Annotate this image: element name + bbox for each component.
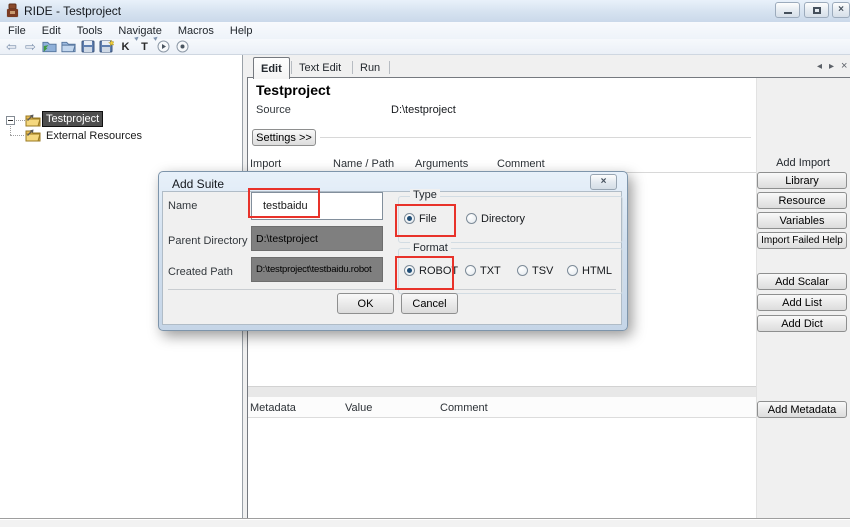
tab-close-icon[interactable]: ×	[841, 61, 847, 72]
separator	[320, 137, 751, 138]
suite-title: Testproject	[256, 82, 331, 98]
settings-toggle-button[interactable]: Settings >>	[252, 129, 316, 146]
format-html-label: HTML	[582, 265, 612, 277]
format-html-radio[interactable]	[567, 265, 578, 276]
title-bar[interactable]: RIDE - Testproject	[0, 0, 850, 23]
type-directory-radio[interactable]	[466, 213, 477, 224]
metadata-comment-col-header: Comment	[440, 402, 488, 414]
open-directory-icon[interactable]	[60, 39, 77, 54]
add-import-label: Add Import	[776, 157, 830, 169]
dialog-close-button[interactable]: ×	[590, 174, 617, 190]
import-failed-help-button[interactable]: Import Failed Help	[757, 232, 847, 249]
created-path-label: Created Path	[168, 266, 233, 278]
parent-directory-label: Parent Directory	[168, 235, 248, 247]
metadata-header-row	[248, 397, 756, 418]
add-metadata-button[interactable]: Add Metadata	[757, 401, 847, 418]
tab-scroll-right-icon[interactable]: ▸	[829, 62, 834, 72]
comment-col-header: Comment	[497, 158, 545, 170]
add-list-button[interactable]: Add List	[757, 294, 847, 311]
type-group-label: Type	[410, 189, 440, 201]
name-label: Name	[168, 200, 198, 212]
menu-bar: File Edit Tools Navigate Macros Help	[0, 22, 850, 40]
menu-item-tools[interactable]: Tools	[69, 25, 111, 37]
format-robot-radio[interactable]	[404, 265, 415, 276]
resources-folder-icon	[25, 129, 41, 142]
menu-item-help[interactable]: Help	[222, 25, 261, 37]
menu-item-navigate[interactable]: Navigate	[110, 25, 169, 37]
save-icon[interactable]	[79, 39, 96, 54]
suite-name-input[interactable]: testbaidu	[251, 192, 383, 220]
cancel-button[interactable]: Cancel	[401, 293, 458, 314]
suite-folder-icon	[25, 114, 41, 127]
minimize-icon	[783, 12, 792, 14]
type-file-label: File	[419, 213, 437, 225]
status-bar	[0, 519, 850, 527]
format-txt-label: TXT	[480, 265, 501, 277]
format-txt-radio[interactable]	[465, 265, 476, 276]
format-robot-label: ROBOT	[419, 265, 459, 277]
type-directory-label: Directory	[481, 213, 526, 225]
menu-item-macros[interactable]: Macros	[170, 25, 222, 37]
parent-directory-field: D:\testproject	[251, 226, 383, 251]
add-scalar-button[interactable]: Add Scalar	[757, 273, 847, 290]
maximize-button[interactable]	[804, 2, 829, 18]
dialog-title: Add Suite	[172, 177, 225, 191]
stop-icon[interactable]	[174, 39, 191, 54]
tree-connector	[10, 126, 11, 135]
window-title: RIDE - Testproject	[24, 4, 122, 18]
tab-run[interactable]: Run	[353, 58, 387, 77]
dialog-close-icon: ×	[600, 176, 607, 187]
tree-item-external-resources[interactable]: External Resources	[43, 130, 145, 142]
tree-connector	[16, 120, 25, 121]
ok-button[interactable]: OK	[337, 293, 394, 314]
menu-item-edit[interactable]: Edit	[34, 25, 69, 37]
back-arrow-icon[interactable]: ⇦	[3, 39, 20, 54]
tree-connector	[10, 135, 24, 136]
resource-button[interactable]: Resource	[757, 192, 847, 209]
close-icon: ×	[838, 4, 844, 15]
tab-separator	[389, 61, 390, 74]
source-label: Source	[256, 104, 291, 116]
tab-strip: Edit Text Edit Run	[247, 57, 850, 79]
open-suite-icon[interactable]	[41, 39, 58, 54]
source-value: D:\testproject	[391, 104, 456, 116]
metadata-col-header: Metadata	[250, 402, 296, 414]
format-tsv-radio[interactable]	[517, 265, 528, 276]
library-button[interactable]: Library	[757, 172, 847, 189]
import-col-header: Import	[250, 158, 282, 170]
tree-expander-icon[interactable]	[6, 116, 15, 125]
tab-text-edit[interactable]: Text Edit	[292, 58, 348, 77]
tab-edit[interactable]: Edit	[253, 57, 290, 79]
close-button[interactable]: ×	[832, 2, 850, 18]
type-file-radio[interactable]	[404, 213, 415, 224]
search-tests-icon[interactable]: T	[136, 35, 159, 54]
forward-arrow-icon[interactable]: ⇨	[22, 39, 39, 54]
created-path-field: D:\testproject\testbaidu.robot	[251, 257, 383, 282]
format-group-label: Format	[410, 242, 451, 254]
format-tsv-label: TSV	[532, 265, 554, 277]
maximize-icon	[812, 6, 821, 14]
variables-button[interactable]: Variables	[757, 212, 847, 229]
run-icon[interactable]	[155, 39, 172, 54]
save-all-icon[interactable]	[98, 39, 115, 54]
tab-scroll-left-icon[interactable]: ◂	[817, 62, 822, 72]
tree-item-testproject[interactable]: Testproject	[41, 111, 104, 127]
name-path-col-header: Name / Path	[333, 158, 395, 170]
menu-item-file[interactable]: File	[0, 25, 34, 37]
ride-window: RIDE - Testproject × File Edit Tools Nav…	[0, 0, 850, 527]
add-dict-button[interactable]: Add Dict	[757, 315, 847, 332]
toolbar: ⇦ ⇨ K T	[0, 35, 850, 55]
value-col-header: Value	[345, 402, 373, 414]
search-keywords-icon[interactable]: K	[117, 35, 140, 54]
app-robot-icon	[6, 3, 19, 18]
separator	[168, 289, 616, 290]
minimize-button[interactable]	[775, 2, 800, 18]
arguments-col-header: Arguments	[415, 158, 469, 170]
section-divider	[248, 386, 756, 397]
panel-border	[247, 77, 850, 78]
